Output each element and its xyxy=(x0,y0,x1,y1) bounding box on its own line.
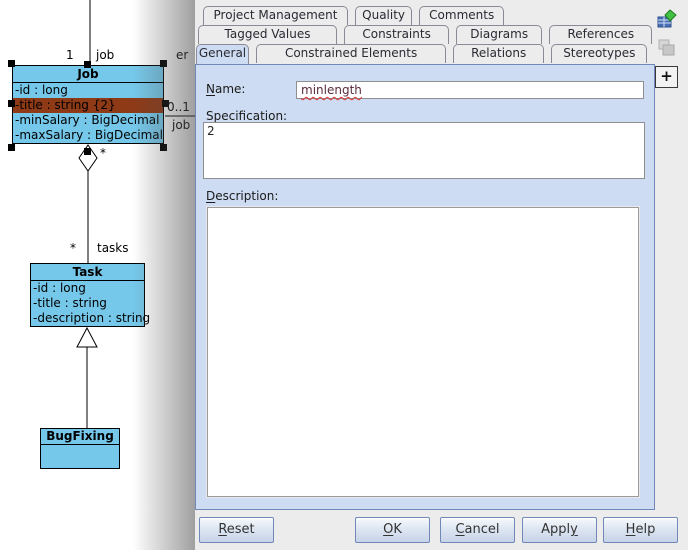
class-task-name: Task xyxy=(31,264,144,281)
tab-relations[interactable]: Relations xyxy=(453,44,544,63)
selection-handle[interactable] xyxy=(8,100,15,107)
class-bugfixing-name: BugFixing xyxy=(41,429,119,445)
new-tagged-value-icon[interactable] xyxy=(657,9,677,29)
tab-stereotypes[interactable]: Stereotypes xyxy=(551,44,647,63)
tab-tagged-values[interactable]: Tagged Values xyxy=(198,25,337,44)
attribute-id[interactable]: -id : long xyxy=(31,281,144,296)
attribute-title-highlighted[interactable]: -title : string {2} xyxy=(13,98,163,113)
ok-button[interactable]: OK xyxy=(355,517,430,543)
app-window: 1 job er 0..1 job * * tasks Job -id : lo… xyxy=(0,0,688,550)
dialog-tabs: Project Management Quality Comments Tagg… xyxy=(195,6,655,63)
multiplicity-label[interactable]: 1 xyxy=(66,48,74,62)
role-label-job[interactable]: job xyxy=(96,48,114,62)
selection-handle[interactable] xyxy=(162,100,169,107)
selection-handle[interactable] xyxy=(8,60,15,67)
specification-textarea[interactable]: 2 xyxy=(203,122,645,179)
class-job[interactable]: Job -id : long -title : string {2} -minS… xyxy=(12,65,164,144)
selection-handle[interactable] xyxy=(8,144,15,151)
tab-project-management[interactable]: Project Management xyxy=(203,6,348,25)
attribute-title[interactable]: -title : string xyxy=(31,296,144,311)
specification-label: Specification: xyxy=(206,109,287,123)
selection-handle[interactable] xyxy=(160,60,167,67)
selection-handle[interactable] xyxy=(84,148,91,155)
role-label-job-right[interactable]: job xyxy=(172,118,190,132)
expand-button[interactable]: + xyxy=(655,66,678,88)
tab-constrained-elements[interactable]: Constrained Elements xyxy=(256,44,446,63)
general-pane: Name: minlength Specification: 2 Descrip… xyxy=(195,64,655,510)
cancel-button[interactable]: Cancel xyxy=(440,517,515,543)
generalization-triangle-icon xyxy=(77,328,97,347)
class-task[interactable]: Task -id : long -title : string -descrip… xyxy=(30,263,145,327)
attribute-maxsalary[interactable]: -maxSalary : BigDecimal xyxy=(13,128,163,143)
name-input-value: minlength xyxy=(301,83,362,97)
tab-diagrams[interactable]: Diagrams xyxy=(456,25,542,44)
class-bugfixing[interactable]: BugFixing xyxy=(40,428,120,469)
multiplicity-label-0-1[interactable]: 0..1 xyxy=(167,100,190,114)
diagram-canvas[interactable]: 1 job er 0..1 job * * tasks Job -id : lo… xyxy=(0,0,195,550)
description-textarea[interactable] xyxy=(207,207,639,497)
delete-disabled-icon[interactable] xyxy=(657,38,677,58)
role-label-tasks[interactable]: tasks xyxy=(97,241,129,255)
tab-quality[interactable]: Quality xyxy=(355,6,412,25)
tab-references[interactable]: References xyxy=(549,25,652,44)
reset-button[interactable]: Reset xyxy=(199,517,274,543)
name-label: Name: xyxy=(206,82,245,96)
attribute-id[interactable]: -id : long xyxy=(13,83,163,98)
tab-constraints[interactable]: Constraints xyxy=(344,25,449,44)
dialog-button-bar: Reset OK Cancel Apply Help xyxy=(195,512,688,550)
tab-comments[interactable]: Comments xyxy=(419,6,504,25)
help-button[interactable]: Help xyxy=(603,517,678,543)
multiplicity-star-aggregation[interactable]: * xyxy=(100,146,106,160)
class-job-name: Job xyxy=(13,66,163,83)
name-input[interactable]: minlength xyxy=(296,81,644,99)
role-label-employer-clipped[interactable]: er xyxy=(176,48,188,62)
apply-button[interactable]: Apply xyxy=(522,517,597,543)
description-label: Description: xyxy=(206,189,278,203)
tab-general[interactable]: General xyxy=(196,44,249,64)
attribute-description[interactable]: -description : string xyxy=(31,311,144,326)
multiplicity-star-tasks[interactable]: * xyxy=(70,241,76,255)
attribute-minsalary[interactable]: -minSalary : BigDecimal xyxy=(13,113,163,128)
selection-handle[interactable] xyxy=(84,61,91,68)
selection-handle[interactable] xyxy=(160,144,167,151)
